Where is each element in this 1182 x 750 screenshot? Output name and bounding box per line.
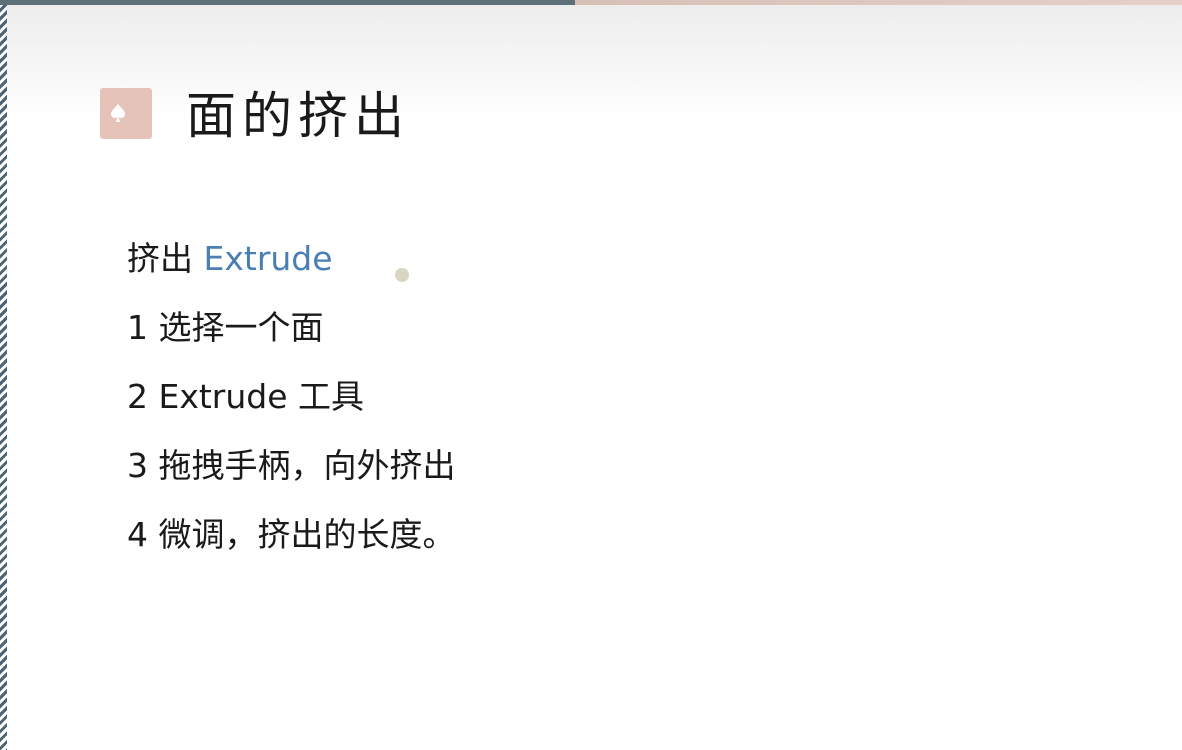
left-decorative-stripe	[0, 0, 7, 750]
step-item: 2 Extrude 工具	[127, 377, 365, 416]
page-title: 面的挤出	[186, 87, 410, 145]
subtitle-prefix: 挤出	[127, 239, 193, 278]
subtitle-term: Extrude	[203, 239, 333, 278]
pointer-dot	[395, 268, 409, 282]
spade-icon	[111, 104, 125, 122]
title-badge	[100, 88, 152, 139]
top-accent-bar-light	[575, 0, 1182, 5]
step-item: 3 拖拽手柄，向外挤出	[127, 446, 456, 485]
step-item: 4 微调，挤出的长度。	[127, 515, 456, 554]
slide: 面的挤出 挤出 Extrude 1 选择一个面 2 Extrude 工具 3 拖…	[0, 0, 1182, 750]
top-accent-bar-dark	[0, 0, 575, 5]
step-item: 1 选择一个面	[127, 308, 324, 347]
content-list: 挤出 Extrude 1 选择一个面 2 Extrude 工具 3 拖拽手柄，向…	[127, 236, 456, 581]
